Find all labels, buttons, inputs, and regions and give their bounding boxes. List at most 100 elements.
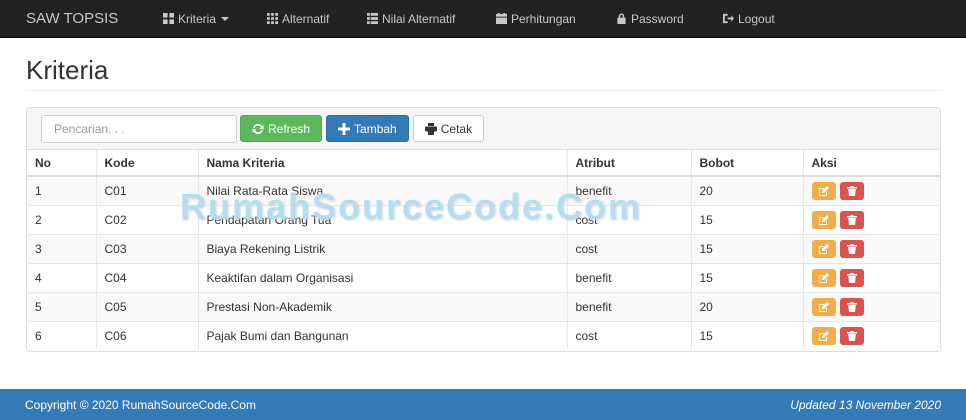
nav-menu: Kriteria Alternatif Nilai Alternatif Per… — [162, 0, 812, 38]
delete-button[interactable] — [839, 326, 864, 345]
toolbar: Refresh Tambah Cetak — [27, 108, 940, 150]
cell-nama: Pendapatan Orang Tua — [198, 204, 568, 234]
cell-aksi — [803, 291, 940, 321]
add-label: Tambah — [354, 121, 397, 136]
cell-nama: Keaktifan dalam Organisasi — [198, 262, 568, 292]
cell-kode: C03 — [96, 233, 199, 263]
cell-atribut: benefit — [567, 291, 692, 321]
print-icon — [424, 122, 437, 135]
cell-aksi — [803, 320, 940, 350]
cell-no: 5 — [27, 291, 97, 321]
header-nama-kriteria[interactable]: Nama Kriteria — [198, 150, 568, 177]
refresh-button[interactable]: Refresh — [240, 115, 323, 142]
table-row: 3 C03 Biaya Rekening Listrik cost 15 — [27, 233, 940, 263]
footer: Copyright © 2020 RumahSourceCode.Com Upd… — [0, 389, 966, 420]
table-row: 4 C04 Keaktifan dalam Organisasi benefit… — [27, 262, 940, 292]
cell-atribut: benefit — [567, 175, 692, 205]
kriteria-table: No Kode Nama Kriteria Atribut Bobot Aksi… — [27, 150, 940, 350]
add-button[interactable]: Tambah — [326, 115, 409, 142]
nav-item-label: Password — [631, 11, 684, 26]
cell-bobot: 20 — [691, 291, 804, 321]
nav-item-label: Kriteria — [178, 11, 217, 26]
nav-item-kriteria[interactable]: Kriteria — [162, 0, 266, 38]
kriteria-panel: Refresh Tambah Cetak No Kode Nama Kriter… — [26, 107, 941, 352]
nav-item-perhitungan[interactable]: Perhitungan — [495, 0, 615, 38]
trash-icon — [846, 330, 857, 341]
table-row: 2 C02 Pendapatan Orang Tua cost 15 — [27, 204, 940, 234]
nav-item-alternatif[interactable]: Alternatif — [266, 0, 366, 38]
refresh-label: Refresh — [268, 121, 311, 136]
cell-no: 2 — [27, 204, 97, 234]
cell-nama: Pajak Bumi dan Bangunan — [198, 320, 568, 350]
nav-item-label: Logout — [738, 11, 775, 26]
navbar-brand[interactable]: SAW TOPSIS — [0, 10, 162, 27]
header-atribut[interactable]: Atribut — [567, 150, 692, 177]
trash-icon — [846, 272, 857, 283]
table-row: 6 C06 Pajak Bumi dan Bangunan cost 15 — [27, 320, 940, 350]
cell-kode: C04 — [96, 262, 199, 292]
lock-icon — [615, 13, 627, 25]
cell-kode: C06 — [96, 320, 199, 350]
edit-icon — [818, 301, 829, 312]
delete-button[interactable] — [839, 268, 864, 287]
nav-item-password[interactable]: Password — [615, 0, 722, 38]
edit-button[interactable] — [811, 239, 836, 258]
cell-nama: Nilai Rata-Rata Siswa — [198, 175, 568, 205]
cell-kode: C05 — [96, 291, 199, 321]
edit-button[interactable] — [811, 268, 836, 287]
cell-bobot: 15 — [691, 204, 804, 234]
delete-button[interactable] — [839, 239, 864, 258]
cell-atribut: cost — [567, 233, 692, 263]
cell-nama: Prestasi Non-Akademik — [198, 291, 568, 321]
nav-item-logout[interactable]: Logout — [722, 0, 812, 38]
nav-item-label: Perhitungan — [511, 11, 576, 26]
edit-icon — [818, 185, 829, 196]
delete-button[interactable] — [839, 181, 864, 200]
trash-icon — [846, 214, 857, 225]
delete-button[interactable] — [839, 210, 864, 229]
nav-item-nilai-alternatif[interactable]: Nilai Alternatif — [366, 0, 495, 38]
footer-copyright: Copyright © 2020 RumahSourceCode.Com — [25, 397, 256, 412]
trash-icon — [846, 185, 857, 196]
cell-no: 3 — [27, 233, 97, 263]
cell-aksi — [803, 233, 940, 263]
edit-button[interactable] — [811, 297, 836, 316]
refresh-icon — [252, 123, 264, 134]
cell-atribut: cost — [567, 204, 692, 234]
cell-aksi — [803, 262, 940, 292]
footer-updated: Updated 13 November 2020 — [790, 397, 941, 412]
table-row: 5 C05 Prestasi Non-Akademik benefit 20 — [27, 291, 940, 321]
cell-atribut: benefit — [567, 262, 692, 292]
cell-bobot: 20 — [691, 175, 804, 205]
edit-button[interactable] — [811, 181, 836, 200]
cell-bobot: 15 — [691, 262, 804, 292]
cell-atribut: cost — [567, 320, 692, 350]
grid-icon — [162, 13, 174, 25]
logout-icon — [722, 13, 734, 25]
delete-button[interactable] — [839, 297, 864, 316]
page-title: Kriteria — [26, 55, 109, 85]
plus-icon — [338, 122, 351, 135]
caret-down-icon — [221, 16, 230, 21]
trash-icon — [846, 243, 857, 254]
edit-icon — [818, 330, 829, 341]
header-bobot[interactable]: Bobot — [691, 150, 804, 177]
header-no[interactable]: No — [27, 150, 97, 177]
navbar: SAW TOPSIS Kriteria Alternatif Nilai Alt… — [0, 0, 966, 38]
print-button[interactable]: Cetak — [412, 115, 485, 142]
list-icon — [366, 13, 378, 25]
nav-item-label: Nilai Alternatif — [382, 11, 456, 26]
cell-aksi — [803, 175, 940, 205]
edit-button[interactable] — [811, 210, 836, 229]
header-kode[interactable]: Kode — [96, 150, 199, 177]
search-input[interactable] — [41, 114, 237, 143]
title-divider — [26, 90, 942, 91]
cell-no: 4 — [27, 262, 97, 292]
trash-icon — [846, 301, 857, 312]
table-header-row: No Kode Nama Kriteria Atribut Bobot Aksi — [27, 150, 940, 177]
print-label: Cetak — [440, 121, 473, 136]
cell-no: 1 — [27, 175, 97, 205]
cell-nama: Biaya Rekening Listrik — [198, 233, 568, 263]
th-icon — [266, 13, 278, 25]
edit-button[interactable] — [811, 326, 836, 345]
